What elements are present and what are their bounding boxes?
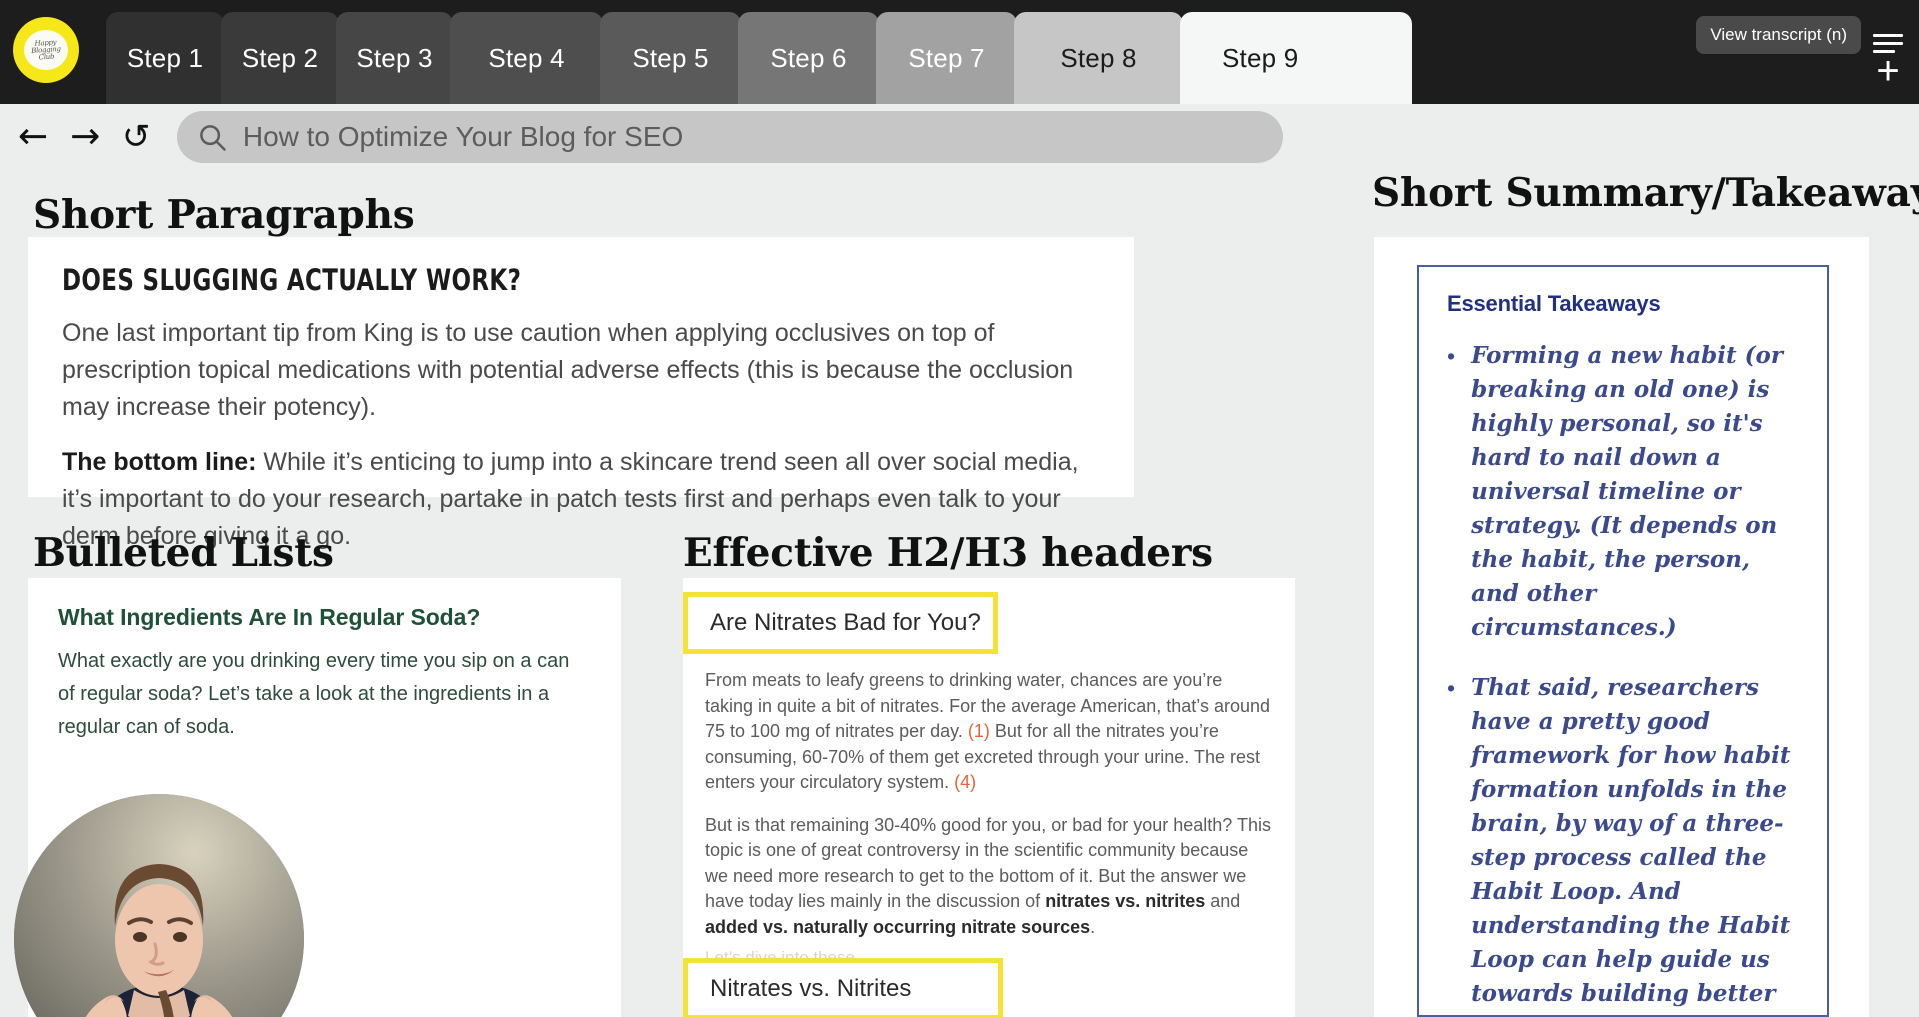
nitrates-bold-1: nitrates vs. nitrites [1045, 891, 1206, 911]
section-title-bulleted-lists: Bulleted Lists [33, 530, 334, 576]
section-title-effective-headers: Effective H2/H3 headers [683, 530, 1213, 576]
takeaways-heading: Essential Takeaways [1447, 291, 1661, 316]
tab-bar-actions: + [1857, 12, 1919, 104]
view-transcript-tooltip: View transcript (n) [1696, 16, 1861, 54]
search-icon [199, 125, 226, 151]
card-slugging-article: DOES SLUGGING ACTUALLY WORK? One last im… [28, 237, 1134, 550]
slugging-heading: DOES SLUGGING ACTUALLY WORK? [62, 263, 522, 297]
tab-step-3[interactable]: Step 3 [336, 12, 453, 104]
back-arrow-icon[interactable]: ← [18, 119, 48, 155]
tab-step-7[interactable]: Step 7 [876, 12, 1017, 104]
section-title-short-paragraphs: Short Paragraphs [33, 192, 415, 238]
reload-icon[interactable]: ↻ [122, 117, 151, 157]
tab-label: Step 4 [488, 42, 565, 73]
nitrates-p2-c: . [1090, 916, 1096, 937]
highlight-box-h2: Are Nitrates Bad for You? [683, 592, 998, 654]
slugging-paragraph-1: One last important tip from King is to u… [62, 319, 1074, 421]
essential-takeaways-box: Essential Takeaways • Forming a new habi… [1417, 265, 1829, 1017]
card-nitrates-article: Are Nitrates Bad for You? From meats to … [683, 578, 1295, 1017]
takeaway-list-item: • That said, researchers have a pretty g… [1447, 671, 1799, 1015]
nitrates-p1-lead: From meats to leafy greens to drinking w… [705, 670, 1071, 690]
tab-step-5[interactable]: Step 5 [600, 12, 741, 104]
citation-ref-4[interactable]: (4) [954, 772, 976, 792]
tab-label: Step 1 [126, 42, 204, 73]
tab-strip: Step 1 Step 2 Step 3 Step 4 Step 5 Step … [106, 12, 1412, 104]
soda-heading: What Ingredients Are In Regular Soda? [58, 604, 481, 630]
nitrates-body: From meats to leafy greens to drinking w… [705, 668, 1271, 957]
nitrates-paragraph-1: From meats to leafy greens to drinking w… [705, 668, 1271, 796]
new-tab-button[interactable]: + [1876, 51, 1899, 91]
hamburger-line [1873, 33, 1903, 37]
takeaway-text: That said, researchers have a pretty goo… [1471, 674, 1791, 1015]
tab-step-1[interactable]: Step 1 [106, 12, 224, 104]
logo-script-text: Happy Blogging Club [31, 37, 61, 62]
browser-tab-bar: Happy Blogging Club Step 1 Step 2 Step 3… [0, 0, 1919, 104]
section-title-summary: Short Summary/Takeaways [1372, 170, 1919, 216]
bullet-icon: • [1447, 675, 1456, 701]
tab-step-8[interactable]: Step 8 [1014, 12, 1183, 104]
tab-step-6[interactable]: Step 6 [738, 12, 879, 104]
browser-chrome: ← → ↻ How to Optimize Your Blog for SEO [0, 104, 1919, 170]
takeaway-list-item: • Forming a new habit (or breaking an ol… [1447, 339, 1799, 645]
bullet-icon: • [1447, 343, 1456, 369]
logo-circle: Happy Blogging Club [13, 17, 79, 83]
navigation-buttons: ← → ↻ [18, 117, 151, 157]
hamburger-line [1873, 41, 1903, 45]
tab-label: Step 7 [908, 42, 985, 73]
tab-step-4[interactable]: Step 4 [450, 12, 603, 104]
forward-arrow-icon[interactable]: → [70, 119, 100, 155]
address-bar-text: How to Optimize Your Blog for SEO [242, 121, 684, 152]
logo-inner-circle: Happy Blogging Club [24, 30, 68, 70]
tab-label: Step 3 [356, 42, 433, 73]
tab-label: Step 9 [1222, 42, 1299, 73]
nitrates-paragraph-2: But is that remaining 30-40% good for yo… [705, 813, 1271, 941]
bottom-line-lead: The bottom line: [62, 448, 257, 476]
tab-label: Step 2 [241, 42, 319, 73]
tab-label: Step 6 [770, 42, 847, 73]
address-bar[interactable]: How to Optimize Your Blog for SEO [176, 111, 1283, 163]
nitrates-bold-2: added vs. naturally occurring nitrate so… [705, 916, 1091, 937]
tab-label: Step 5 [632, 42, 709, 73]
citation-ref-1[interactable]: (1) [968, 721, 990, 741]
page-content: Short Paragraphs DOES SLUGGING ACTUALLY … [0, 170, 1919, 1017]
nitrates-h2-heading: Are Nitrates Bad for You? [710, 609, 981, 636]
tab-label: Step 8 [1060, 42, 1137, 73]
tab-step-9[interactable]: Step 9 [1180, 12, 1412, 104]
nitrates-h3-heading: Nitrates vs. Nitrites [710, 975, 912, 1002]
nitrates-p2-b: and [1205, 891, 1241, 911]
takeaway-text: Forming a new habit (or breaking an old … [1471, 342, 1783, 641]
soda-paragraph: What exactly are you drinking every time… [58, 650, 570, 738]
highlight-box-h3: Nitrates vs. Nitrites [683, 958, 1003, 1017]
tab-step-2[interactable]: Step 2 [221, 12, 339, 104]
brand-logo[interactable]: Happy Blogging Club [13, 17, 79, 83]
